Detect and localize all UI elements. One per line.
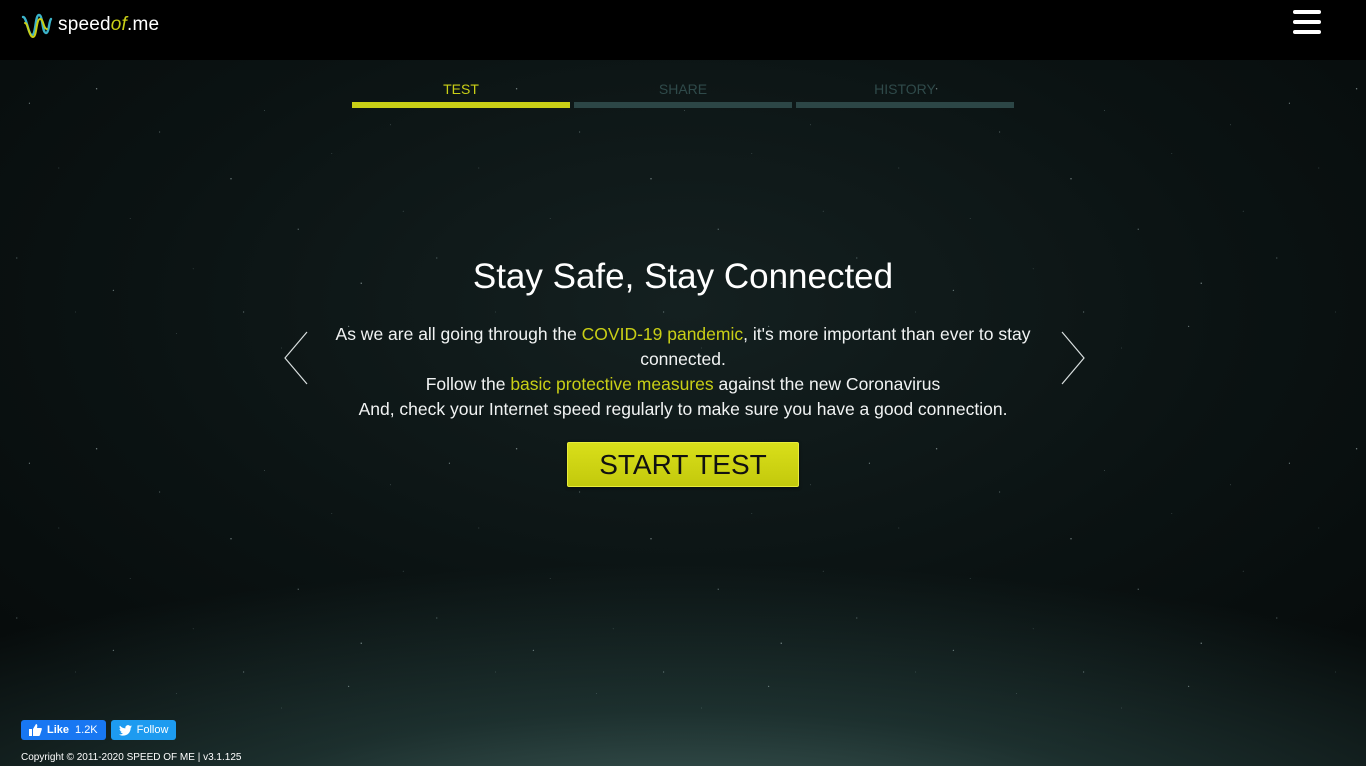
tab-history-indicator — [796, 102, 1014, 108]
tab-share-indicator — [574, 102, 792, 108]
carousel-slide: Stay Safe, Stay Connected As we are all … — [283, 255, 1083, 487]
covid-pandemic-link[interactable]: COVID-19 pandemic — [582, 324, 743, 344]
tab-test[interactable]: TEST — [352, 80, 570, 108]
start-test-button[interactable]: START TEST — [567, 442, 799, 487]
tab-test-indicator — [352, 102, 570, 108]
main-tabs: TEST SHARE HISTORY — [352, 80, 1014, 108]
tab-share-label: SHARE — [658, 81, 708, 97]
twitter-follow-button[interactable]: Follow — [110, 720, 177, 740]
message-line2-suffix: against the new Coronavirus — [713, 374, 941, 394]
protective-measures-link[interactable]: basic protective measures — [510, 374, 713, 394]
tab-history[interactable]: HISTORY — [796, 80, 1014, 108]
message-line1-text: As we are all going through the — [335, 324, 582, 344]
speedofme-logo-icon — [21, 13, 53, 39]
message-line2-text: Follow the — [425, 374, 511, 394]
follow-label: Follow — [136, 724, 169, 736]
tab-history-label: HISTORY — [874, 81, 936, 97]
slide-title: Stay Safe, Stay Connected — [472, 257, 894, 296]
like-count: 1.2K — [75, 724, 98, 736]
tab-test-label: TEST — [443, 81, 479, 97]
message-line3-text: And, check your Internet speed regularly… — [358, 399, 1008, 419]
slide-message: As we are all going through the COVID-19… — [283, 322, 1083, 422]
logo-text: speedof.me — [58, 14, 160, 35]
top-navbar: speedof.me — [0, 0, 1366, 60]
facebook-like-button[interactable]: Like 1.2K — [21, 720, 106, 740]
thumbs-up-icon — [29, 724, 42, 736]
hamburger-menu-icon[interactable] — [1293, 10, 1321, 34]
like-label: Like — [47, 724, 70, 736]
copyright-text: Copyright © 2011-2020 SPEED OF ME | v3.1… — [21, 752, 242, 763]
twitter-bird-icon — [118, 724, 132, 736]
social-buttons: Like 1.2K Follow — [21, 720, 177, 740]
site-logo[interactable]: speedof.me — [21, 8, 159, 42]
tab-share[interactable]: SHARE — [574, 80, 792, 108]
